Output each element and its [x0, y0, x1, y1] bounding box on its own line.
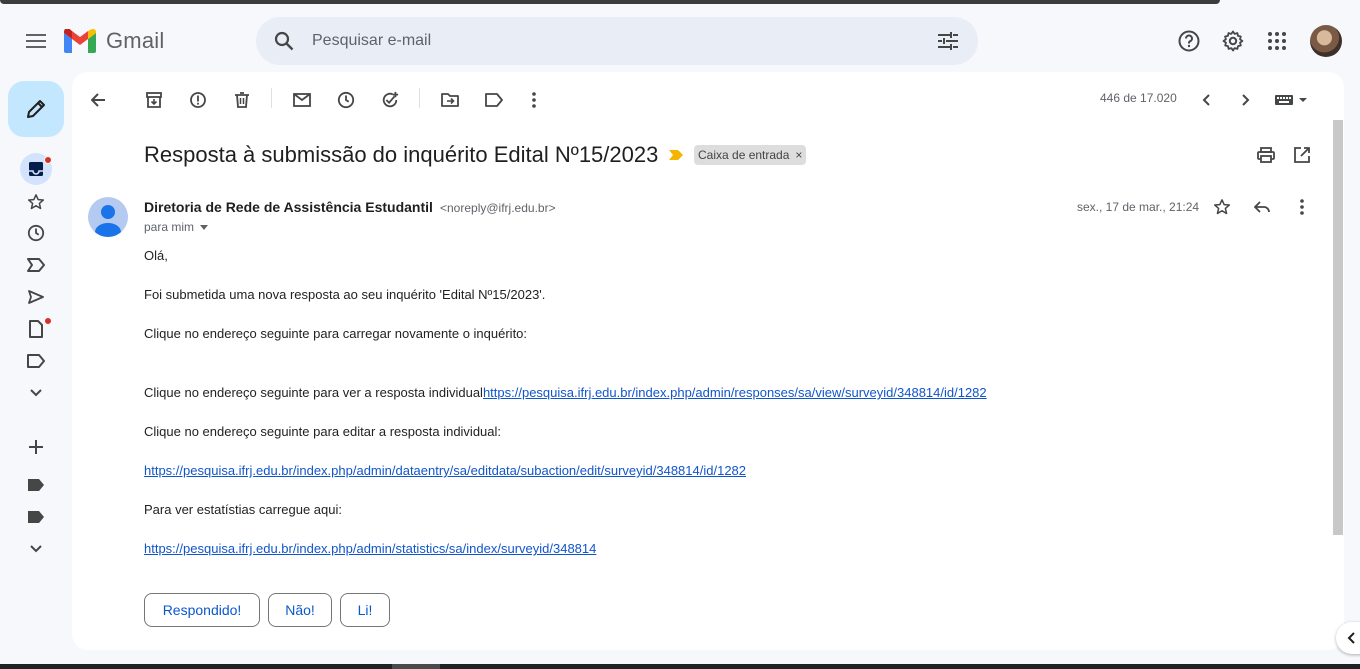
taskbar-strip: [0, 664, 1360, 669]
message-panel: 446 de 17.020 Resposta à submissão do in…: [72, 72, 1344, 650]
sent-icon[interactable]: [20, 281, 52, 313]
brand-name: Gmail: [106, 28, 165, 53]
inbox-label-chip: Caixa de entrada ×: [694, 145, 807, 165]
label-icon[interactable]: [20, 345, 52, 377]
email-date: sex., 17 de mar., 21:24: [1077, 200, 1200, 214]
delete-icon[interactable]: [226, 84, 258, 116]
body-paragraph: Clique no endereço seguinte para editar …: [144, 424, 502, 439]
important-marker-icon[interactable]: [669, 150, 683, 160]
sender-name[interactable]: Diretoria de Rede de Assistência Estudan…: [144, 199, 433, 215]
label-chip-text: Caixa de entrada: [698, 148, 790, 162]
statistics-link[interactable]: https://pesquisa.ifrj.edu.br/index.php/a…: [144, 541, 596, 556]
gmail-logo[interactable]: Gmail: [64, 27, 164, 55]
compose-icon: [27, 100, 45, 118]
gmail-logo-icon: [64, 29, 96, 53]
next-icon[interactable]: [1230, 84, 1262, 116]
recipient-text: para mim: [144, 220, 195, 234]
message-count: 446 de 17.020: [1100, 91, 1177, 105]
starred-icon[interactable]: [20, 186, 52, 218]
snooze-icon[interactable]: [330, 84, 362, 116]
search-options-icon[interactable]: [934, 27, 962, 55]
menu-icon[interactable]: [16, 21, 56, 61]
remove-label-icon[interactable]: ×: [795, 148, 802, 162]
compose-button[interactable]: [8, 81, 64, 137]
body-greeting: Olá,: [144, 248, 168, 263]
important-icon[interactable]: [20, 249, 52, 281]
smart-reply-button[interactable]: Respondido!: [144, 593, 260, 627]
add-task-icon[interactable]: [374, 84, 406, 116]
body-paragraph: Foi submetida uma nova resposta ao seu i…: [144, 287, 546, 302]
smart-reply-button[interactable]: Li!: [340, 593, 390, 627]
search-icon[interactable]: [270, 27, 298, 55]
settings-icon[interactable]: [1216, 24, 1250, 58]
toolbar-divider: [271, 88, 272, 108]
email-subject: Resposta à submissão do inquérito Edital…: [144, 142, 659, 167]
message-more-icon[interactable]: [1286, 191, 1318, 223]
sender-email: <noreply@ifrj.edu.br>: [440, 201, 556, 215]
drafts-notification-dot: [44, 317, 52, 325]
body-paragraph: Para ver estatístias carregue aqui:: [144, 502, 342, 517]
sender-avatar[interactable]: [88, 197, 128, 237]
more-vert-icon[interactable]: [518, 84, 550, 116]
view-response-link[interactable]: https://pesquisa.ifrj.edu.br/index.php/a…: [483, 385, 987, 400]
body-paragraph: https://pesquisa.ifrj.edu.br/index.php/a…: [144, 541, 596, 556]
search-bar: [256, 17, 978, 65]
label-icon[interactable]: [20, 501, 52, 533]
body-paragraph: https://pesquisa.ifrj.edu.br/index.php/a…: [144, 463, 746, 478]
back-icon[interactable]: [82, 84, 114, 116]
inbox-notification-dot: [44, 156, 52, 164]
label-icon[interactable]: [20, 469, 52, 501]
body-paragraph: Clique no endereço seguinte para ver a r…: [144, 385, 987, 400]
add-label-icon[interactable]: [20, 431, 52, 463]
more-icon[interactable]: [20, 377, 52, 409]
labels-icon[interactable]: [478, 84, 510, 116]
side-panel-toggle[interactable]: [1336, 622, 1360, 654]
report-spam-icon[interactable]: [182, 84, 214, 116]
mark-unread-icon[interactable]: [286, 84, 318, 116]
taskbar-segment: [392, 664, 440, 669]
recipient-dropdown-icon[interactable]: [200, 224, 209, 230]
move-to-icon[interactable]: [434, 84, 466, 116]
more-icon[interactable]: [20, 533, 52, 565]
edit-response-link[interactable]: https://pesquisa.ifrj.edu.br/index.php/a…: [144, 463, 746, 478]
prev-icon[interactable]: [1190, 84, 1222, 116]
browser-top-bar: [0, 0, 1220, 4]
body-text: Clique no endereço seguinte para ver a r…: [144, 385, 483, 400]
star-icon[interactable]: [1206, 191, 1238, 223]
chevron-left-icon: [1347, 632, 1355, 644]
account-avatar[interactable]: [1310, 25, 1342, 57]
open-new-window-icon[interactable]: [1286, 139, 1318, 171]
print-icon[interactable]: [1250, 139, 1282, 171]
reply-icon[interactable]: [1246, 191, 1278, 223]
scrollbar[interactable]: [1333, 120, 1343, 535]
toolbar-divider: [419, 88, 420, 108]
apps-icon[interactable]: [1260, 24, 1294, 58]
body-paragraph: Clique no endereço seguinte para carrega…: [144, 326, 528, 341]
smart-reply-button[interactable]: Não!: [268, 593, 332, 627]
help-icon[interactable]: [1172, 24, 1206, 58]
archive-icon[interactable]: [138, 84, 170, 116]
keyboard-icon[interactable]: [1270, 84, 1312, 116]
browser-top-strip: [0, 0, 1360, 5]
search-input[interactable]: [312, 29, 912, 53]
snoozed-icon[interactable]: [20, 217, 52, 249]
recipient-details[interactable]: para mim: [144, 220, 209, 234]
